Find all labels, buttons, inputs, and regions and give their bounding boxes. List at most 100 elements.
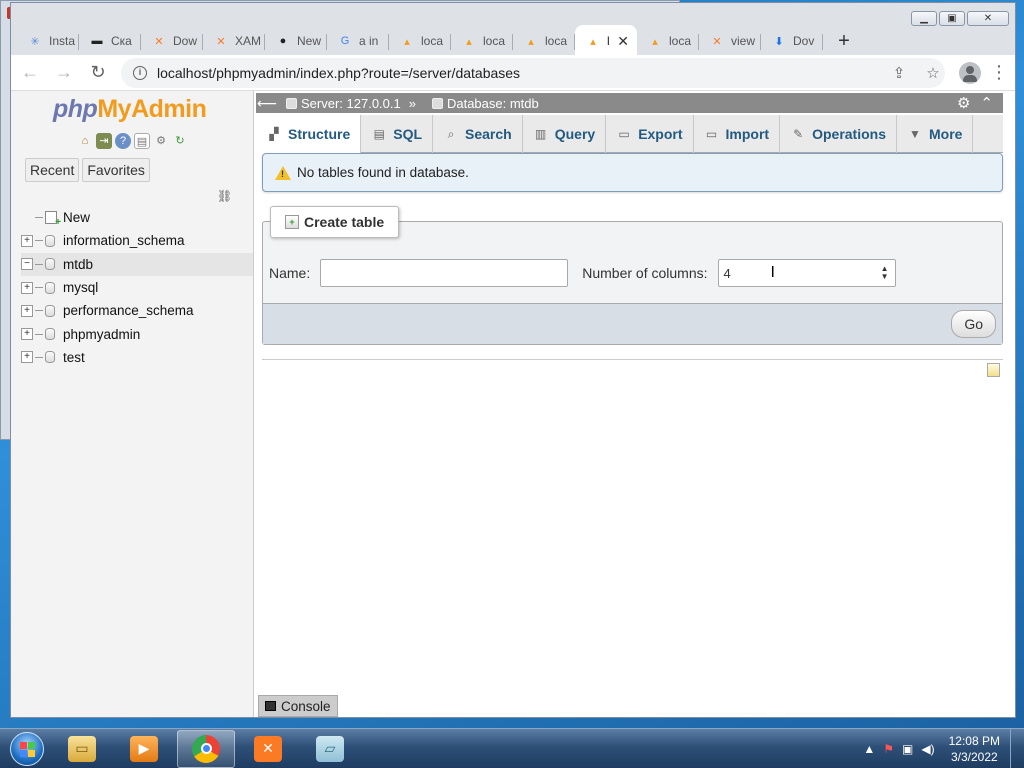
volume-icon[interactable]: ◀) (921, 742, 934, 756)
browser-tab-label[interactable]: New (297, 34, 321, 48)
browser-tab[interactable]: ⬇ Dov (761, 25, 823, 57)
tree-item-database[interactable]: − mtdb (21, 252, 253, 276)
forward-button[interactable]: → (49, 58, 79, 88)
tab-label[interactable]: Operations (812, 126, 886, 142)
tree-item-database[interactable]: + performance_schema (21, 299, 253, 322)
tab-label[interactable]: Search (465, 126, 512, 142)
back-button[interactable]: ← (15, 58, 45, 88)
tab-import[interactable]: ▭ Import (694, 115, 781, 153)
docs-icon[interactable]: ▤ (134, 133, 150, 149)
collapse-top-icon[interactable]: ⌃ (980, 94, 993, 112)
browser-tab[interactable]: ✳ Insta (17, 25, 79, 57)
tab-search[interactable]: ⌕ Search (433, 115, 523, 153)
tab-label[interactable]: SQL (393, 126, 422, 142)
phpmyadmin-logo[interactable]: phpMyAdmin (53, 95, 207, 124)
tree-item-new[interactable]: New (21, 206, 253, 229)
network-icon[interactable]: ▣ (902, 742, 913, 756)
clock[interactable]: 12:08 PM 3/3/2022 (949, 733, 1000, 765)
profile-avatar[interactable] (959, 61, 981, 84)
spinner-arrows-icon[interactable]: ▲ ▼ (881, 265, 889, 281)
browser-tab[interactable]: ✕ view (699, 25, 761, 57)
browser-tab-label[interactable]: Insta (49, 34, 75, 48)
tree-item-database[interactable]: + phpmyadmin (21, 322, 253, 345)
browser-tab[interactable]: ✕ XAM (203, 25, 265, 57)
expand-icon[interactable]: + (21, 328, 33, 341)
browser-tab-label[interactable]: XAM (235, 34, 261, 48)
tab-query[interactable]: ▥ Query (523, 115, 607, 153)
share-icon[interactable]: ⇪ (887, 64, 911, 82)
close-window-button[interactable]: ✕ (967, 11, 1009, 26)
expand-icon[interactable]: + (21, 281, 33, 294)
address-bar[interactable]: i localhost/phpmyadmin/index.php?route=/… (121, 57, 945, 88)
url-text[interactable]: localhost/phpmyadmin/index.php?route=/se… (157, 65, 520, 81)
link-chain-icon[interactable]: ⛓ (217, 189, 232, 203)
tab-label[interactable]: Query (555, 126, 595, 142)
home-icon[interactable]: ⌂ (77, 133, 93, 149)
browser-tab[interactable]: ▴ loca (389, 25, 451, 57)
tab-label[interactable]: Import (726, 126, 770, 142)
settings-gear-icon[interactable]: ⚙ (957, 94, 970, 112)
browser-tab[interactable]: ✕ Dow (141, 25, 203, 57)
tree-item-label[interactable]: test (63, 350, 85, 365)
tab-operations[interactable]: ✎ Operations (780, 115, 897, 153)
taskbar-xampp[interactable]: ✕ (239, 730, 297, 768)
tree-item-database[interactable]: + information_schema (21, 229, 253, 252)
tray-expand-icon[interactable]: ▲ (863, 742, 875, 756)
breadcrumb-database[interactable]: Database: mtdb (431, 96, 539, 111)
browser-tab-label[interactable]: loca (421, 34, 443, 48)
taskbar-chrome[interactable] (177, 729, 235, 768)
browser-tab[interactable]: ● New (265, 25, 327, 57)
tree-item-label[interactable]: information_schema (63, 233, 185, 248)
browser-tab-label[interactable]: loca (545, 34, 567, 48)
number-of-columns-input[interactable]: 4 I ▲ ▼ (717, 259, 896, 287)
gear-icon[interactable]: ⚙ (153, 133, 169, 149)
tab-export[interactable]: ▭ Export (606, 115, 694, 153)
console-toggle[interactable]: Console (258, 695, 338, 717)
tab-label[interactable]: More (929, 126, 962, 142)
collapse-nav-icon[interactable]: ⟵ (256, 95, 278, 112)
taskbar-explorer[interactable]: ▭ (53, 730, 111, 768)
expand-icon[interactable]: + (21, 234, 33, 247)
logout-icon[interactable]: ⇥ (96, 133, 112, 149)
reload-nav-icon[interactable]: ↻ (172, 133, 188, 149)
browser-tab-label[interactable]: a in (359, 34, 378, 48)
columns-value[interactable]: 4 (724, 266, 731, 281)
browser-tab-label[interactable]: Ска (111, 34, 132, 48)
console-label[interactable]: Console (281, 699, 331, 714)
site-info-icon[interactable]: i (133, 65, 147, 80)
browser-tab[interactable]: Ga in (327, 25, 389, 57)
taskbar-media-player[interactable]: ▶ (115, 730, 173, 768)
tree-item-database[interactable]: + mysql (21, 276, 253, 299)
breadcrumb-server[interactable]: Server: 127.0.0.1 (286, 96, 401, 111)
bookmark-star-icon[interactable]: ☆ (921, 64, 945, 82)
browser-tab-label[interactable]: loca (483, 34, 505, 48)
tree-item-label[interactable]: phpmyadmin (63, 327, 140, 342)
browser-tab[interactable]: ▬ Ска (79, 25, 141, 57)
table-name-input[interactable] (320, 259, 569, 287)
expand-icon[interactable]: + (21, 351, 33, 364)
go-button[interactable]: Go (951, 310, 996, 338)
tree-item-label[interactable]: New (63, 210, 90, 225)
show-desktop-button[interactable] (1010, 729, 1024, 768)
expand-icon[interactable]: + (21, 304, 33, 317)
tree-item-label[interactable]: mysql (63, 280, 98, 295)
browser-tab-label[interactable]: Dov (793, 34, 814, 48)
browser-tab[interactable]: ▴ l ✕ (575, 25, 637, 57)
tree-item-label[interactable]: mtdb (63, 257, 93, 272)
browser-tab[interactable]: ▴ loca (513, 25, 575, 57)
reload-button[interactable]: ↻ (83, 58, 113, 88)
tree-item-label[interactable]: performance_schema (63, 303, 194, 318)
collapse-icon[interactable]: − (21, 258, 33, 271)
browser-tab-label[interactable]: loca (669, 34, 691, 48)
recent-button[interactable]: Recent (25, 158, 80, 182)
page-settings-icon[interactable] (987, 363, 1000, 377)
close-tab-icon[interactable]: ✕ (617, 33, 629, 50)
tab-more[interactable]: ▼ More (897, 115, 974, 153)
browser-tab-label[interactable]: l (607, 34, 610, 48)
tab-sql[interactable]: ▤ SQL (361, 115, 434, 153)
browser-tab[interactable]: ▴ loca (451, 25, 513, 57)
help-icon[interactable]: ? (115, 133, 131, 149)
tab-label[interactable]: Structure (288, 126, 350, 142)
browser-tab-label[interactable]: Dow (173, 34, 197, 48)
tab-structure[interactable]: ▞ Structure (256, 115, 362, 154)
